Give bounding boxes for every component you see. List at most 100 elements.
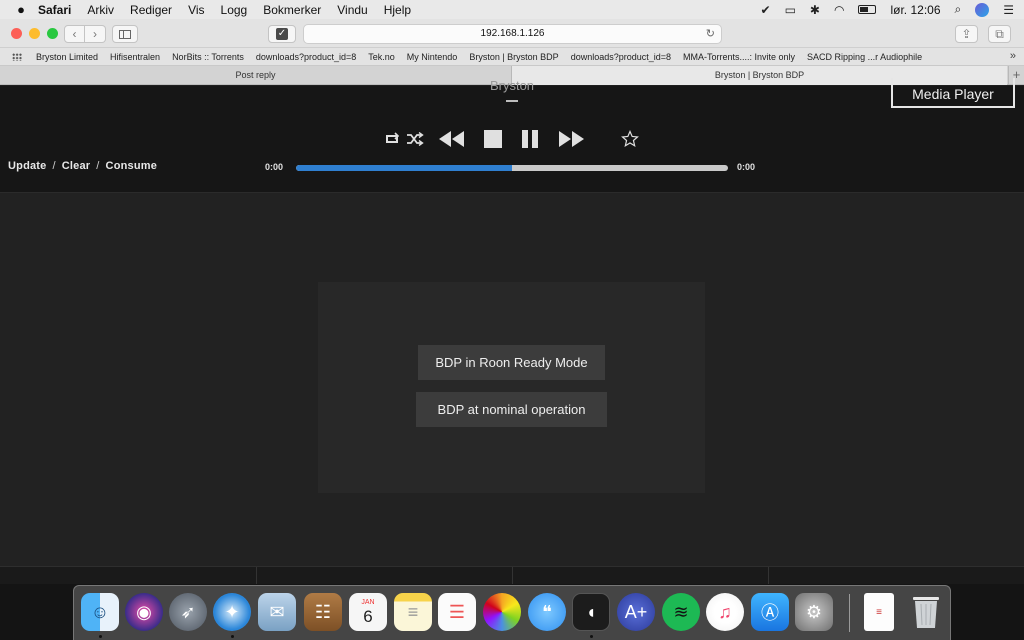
calendar-day: 6 <box>363 606 373 626</box>
contacts-icon[interactable]: ☷ <box>304 593 342 631</box>
spotify-icon[interactable]: ≋ <box>662 593 700 631</box>
bookmark-item[interactable]: NorBits :: Torrents <box>172 52 244 62</box>
bookmark-item[interactable]: downloads?product_id=8 <box>571 52 671 62</box>
sidebar-toggle-button[interactable] <box>112 25 138 43</box>
bluetooth-icon[interactable]: ✱ <box>810 3 820 17</box>
app-store-icon[interactable]: Ⓐ <box>751 593 789 631</box>
update-link[interactable]: Update <box>8 160 46 172</box>
favorite-button[interactable] <box>620 126 640 152</box>
seek-bar[interactable] <box>296 165 728 171</box>
calendar-icon[interactable]: JAN 6 <box>349 593 387 631</box>
rewind-icon <box>439 131 464 147</box>
trash-icon[interactable] <box>907 593 945 631</box>
checkbox-icon: ✓ <box>276 28 288 40</box>
previous-button[interactable] <box>438 126 466 152</box>
reload-icon[interactable]: ↻ <box>706 25 715 43</box>
close-window-button[interactable] <box>11 28 22 39</box>
favorites-grid-icon[interactable] <box>12 52 22 61</box>
menu-hjelp[interactable]: Hjelp <box>384 3 411 17</box>
footer-divider <box>768 567 769 585</box>
bookmark-item[interactable]: SACD Ripping ...r Audiophile <box>807 52 922 62</box>
calendar-month: JAN <box>361 598 375 606</box>
share-button[interactable]: ⇪ <box>955 25 978 43</box>
forward-button[interactable]: › <box>85 25 106 43</box>
total-time: 0:00 <box>737 162 756 172</box>
nominal-operation-button[interactable]: BDP at nominal operation <box>416 392 607 427</box>
seek-bar-fill <box>296 165 512 171</box>
mode-panel: BDP in Roon Ready Mode BDP at nominal op… <box>318 282 705 493</box>
elapsed-time: 0:00 <box>265 162 284 172</box>
stop-icon <box>484 130 502 148</box>
document-icon[interactable]: ≡ <box>864 593 894 631</box>
menu-vindu[interactable]: Vindu <box>337 3 367 17</box>
shuffle-button[interactable] <box>405 126 425 152</box>
menu-rediger[interactable]: Rediger <box>130 3 172 17</box>
bookmark-item[interactable]: Bryston | Bryston BDP <box>469 52 558 62</box>
finder-icon[interactable]: ☺ <box>81 593 119 631</box>
footer-divider <box>256 567 257 585</box>
safari-icon[interactable]: ✦ <box>213 593 251 631</box>
tab-post-reply[interactable]: Post reply <box>0 66 512 85</box>
roon-icon[interactable]: ◖ <box>572 593 610 631</box>
minimize-window-button[interactable] <box>29 28 40 39</box>
search-icon[interactable]: ⌕ <box>955 2 962 17</box>
launchpad-icon[interactable]: ➶ <box>169 593 207 631</box>
footer-strip <box>0 566 1024 585</box>
menu-arkiv[interactable]: Arkiv <box>87 3 114 17</box>
bookmarks-overflow-icon[interactable]: » <box>1010 50 1016 62</box>
star-icon <box>621 130 639 147</box>
bookmark-item[interactable]: Bryston Limited <box>36 52 98 62</box>
messages-icon[interactable]: ❝ <box>528 593 566 631</box>
browser-toolbar: ‹ › ✓ 192.168.1.126 ↻ ⇪ ⧉ <box>0 19 1024 48</box>
running-indicator <box>231 635 234 638</box>
siri-app-icon[interactable]: ◉ <box>125 593 163 631</box>
battery-icon[interactable] <box>858 5 877 14</box>
media-player-button[interactable]: Media Player <box>891 78 1015 108</box>
wifi-icon[interactable]: ◠ <box>834 3 844 17</box>
zoom-window-button[interactable] <box>47 28 58 39</box>
bookmark-item[interactable]: downloads?product_id=8 <box>256 52 356 62</box>
show-tabs-button[interactable]: ⧉ <box>988 25 1011 43</box>
bookmark-item[interactable]: Hifisentralen <box>110 52 160 62</box>
bookmark-item[interactable]: My Nintendo <box>407 52 458 62</box>
menu-safari[interactable]: Safari <box>38 3 71 17</box>
bookmark-item[interactable]: MMA-Torrents....: Invite only <box>683 52 795 62</box>
playback-controls <box>0 126 1024 152</box>
repeat-icon <box>386 132 400 143</box>
notes-icon[interactable]: ≡ <box>394 593 432 631</box>
share-icon: ⇪ <box>961 27 972 41</box>
audirvana-icon[interactable]: A+ <box>617 593 655 631</box>
photos-icon[interactable] <box>483 593 521 631</box>
pause-button[interactable] <box>519 126 541 152</box>
itunes-icon[interactable]: ♫ <box>706 593 744 631</box>
menu-vis[interactable]: Vis <box>188 3 204 17</box>
navigation-buttons: ‹ › <box>64 25 106 43</box>
sidebar-icon <box>119 29 131 39</box>
airplay-icon[interactable]: ▭ <box>785 3 796 17</box>
brand-title: Bryston <box>489 78 535 93</box>
clear-link[interactable]: Clear <box>62 160 91 172</box>
checkmark-circle-icon[interactable]: ✔ <box>761 3 771 17</box>
notification-center-icon[interactable]: ☰ <box>1003 3 1014 17</box>
menu-logg[interactable]: Logg <box>221 3 248 17</box>
player-header: Bryston Media Player Update / Clear / Co… <box>0 78 1024 193</box>
menu-clock[interactable]: lør. 12:06 <box>890 3 940 17</box>
bookmark-item[interactable]: Tek.no <box>368 52 395 62</box>
menu-bokmerker[interactable]: Bokmerker <box>263 3 321 17</box>
bookmarks-bar: Bryston Limited Hifisentralen NorBits ::… <box>0 48 1024 66</box>
extension-button[interactable]: ✓ <box>268 25 296 43</box>
address-bar[interactable]: 192.168.1.126 ↻ <box>303 24 722 44</box>
stop-button[interactable] <box>482 126 504 152</box>
system-preferences-icon[interactable]: ⚙ <box>795 593 833 631</box>
back-button[interactable]: ‹ <box>64 25 85 43</box>
next-button[interactable] <box>557 126 585 152</box>
consume-link[interactable]: Consume <box>106 160 158 172</box>
apple-menu-icon[interactable]: ● <box>14 2 28 17</box>
roon-ready-mode-button[interactable]: BDP in Roon Ready Mode <box>418 345 605 380</box>
mail-icon[interactable]: ✉ <box>258 593 296 631</box>
siri-icon[interactable] <box>975 2 990 17</box>
repeat-button[interactable] <box>382 126 402 152</box>
reminders-icon[interactable]: ☰ <box>438 593 476 631</box>
pause-icon <box>522 130 538 148</box>
menu-bar: ● Safari Arkiv Rediger Vis Logg Bokmerke… <box>0 0 1024 19</box>
